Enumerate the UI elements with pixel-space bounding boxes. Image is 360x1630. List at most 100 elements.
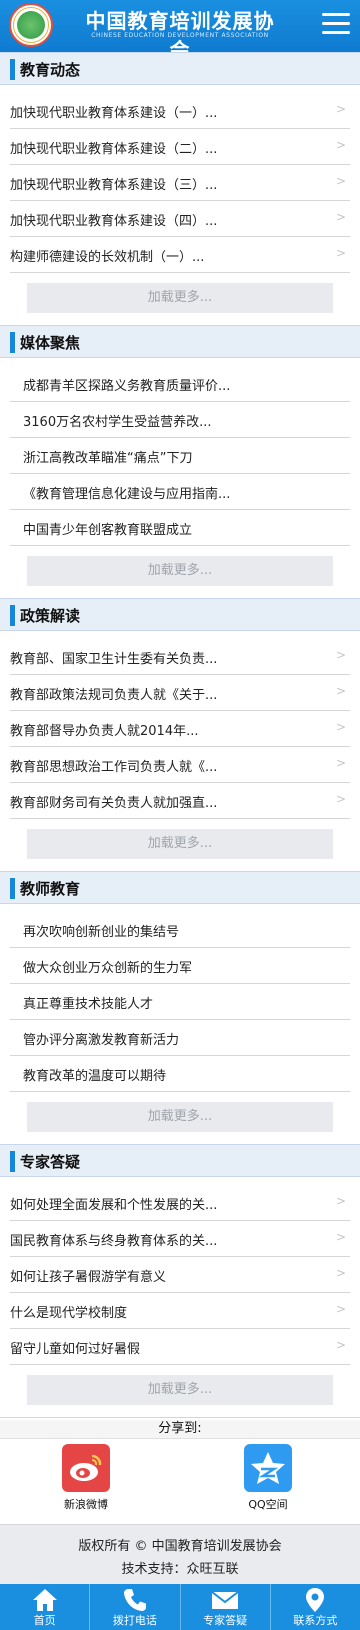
load-more-button[interactable]: 加载更多... <box>27 829 333 859</box>
chevron-right-icon: > <box>335 1194 346 1208</box>
article-link[interactable]: 如何处理全面发展和个性发展的关... > <box>10 1185 350 1221</box>
article-title: 成都青羊区探路义务教育质量评价... <box>23 379 231 394</box>
article-link[interactable]: 加快现代职业教育体系建设（三）... > <box>10 165 350 201</box>
article-link[interactable]: 再次吹响创新创业的集结号 <box>10 912 350 948</box>
chevron-right-icon: > <box>335 1302 346 1316</box>
share-weibo[interactable]: 新浪微博 <box>41 1444 131 1512</box>
nav-home[interactable]: 首页 <box>0 1584 91 1630</box>
article-title: 《教育管理信息化建设与应用指南... <box>23 487 231 502</box>
association-logo[interactable] <box>9 3 53 47</box>
article-title: 什么是现代学校制度 <box>10 1306 128 1321</box>
article-link[interactable]: 如何让孩子暑假游学有意义 > <box>10 1257 350 1293</box>
article-title: 浙江高教改革瞄准“痛点”下刀 <box>23 451 193 466</box>
article-title: 教育部督导办负责人就2014年... <box>10 724 199 739</box>
load-more-button[interactable]: 加载更多... <box>27 283 333 313</box>
article-list: 加快现代职业教育体系建设（一）... > 加快现代职业教育体系建设（二）... > 加快… <box>0 85 360 273</box>
section-accent-bar <box>10 605 15 626</box>
nav-expert-label: 专家答疑 <box>203 1614 248 1627</box>
article-link[interactable]: 加快现代职业教育体系建设（四）... > <box>10 201 350 237</box>
article-link[interactable]: 真正尊重技术技能人才 <box>10 984 350 1020</box>
share-qzone[interactable]: QQ空间 <box>223 1444 313 1512</box>
share-qzone-label: QQ空间 <box>248 1498 288 1511</box>
article-list: 如何处理全面发展和个性发展的关... > 国民教育体系与终身教育体系的关... > 如何… <box>0 1177 360 1365</box>
article-link[interactable]: 教育部财务司有关负责人就加强直... > <box>10 783 350 819</box>
article-link[interactable]: 教育部督导办负责人就2014年... > <box>10 711 350 747</box>
section-heading: 教师教育 <box>0 871 360 904</box>
article-title: 3160万名农村学生受益营养改... <box>23 415 212 430</box>
chevron-right-icon: > <box>335 102 346 116</box>
section-accent-bar <box>10 1151 15 1172</box>
bottom-nav: 首页 拨打电话 专家答疑 联系方式 <box>0 1584 360 1630</box>
section-title: 专家答疑 <box>20 1153 81 1171</box>
article-link[interactable]: 留守儿童如何过好暑假 > <box>10 1329 350 1365</box>
article-link[interactable]: 中国青少年创客教育联盟成立 <box>10 510 350 546</box>
nav-expert[interactable]: 专家答疑 <box>181 1584 271 1630</box>
article-title: 中国青少年创客教育联盟成立 <box>23 523 193 538</box>
article-link[interactable]: 管办评分离激发教育新活力 <box>10 1020 350 1056</box>
section-heading: 政策解读 <box>0 598 360 631</box>
nav-contact-label: 联系方式 <box>293 1614 338 1627</box>
article-link[interactable]: 成都青羊区探路义务教育质量评价... <box>10 366 350 402</box>
article-title: 如何处理全面发展和个性发展的关... <box>10 1198 218 1213</box>
load-more-button[interactable]: 加载更多... <box>27 556 333 586</box>
share-panel: 分享到: 新浪微博 QQ空间 <box>0 1417 360 1525</box>
article-link[interactable]: 构建师德建设的长效机制（一）... > <box>10 237 350 273</box>
site-subtitle: CHINESE EDUCATION DEVELOPMENT ASSOCIATIO… <box>91 32 269 39</box>
section-title: 媒体聚焦 <box>20 334 81 352</box>
article-link[interactable]: 加快现代职业教育体系建设（一）... > <box>10 93 350 129</box>
article-list: 再次吹响创新创业的集结号做大众创业万众创新的生力军 真正尊重技术技能人才 管办评分离… <box>0 904 360 1092</box>
article-title: 如何让孩子暑假游学有意义 <box>10 1270 167 1285</box>
section-accent-bar <box>10 59 15 80</box>
nav-contact[interactable]: 联系方式 <box>271 1584 360 1630</box>
article-title: 再次吹响创新创业的集结号 <box>23 925 180 940</box>
top-header: 中国教育培训发展协会 CHINESE EDUCATION DEVELOPMENT… <box>0 0 360 52</box>
chevron-right-icon: > <box>335 1230 346 1244</box>
load-more-button[interactable]: 加载更多... <box>27 1375 333 1405</box>
section-title: 教师教育 <box>20 880 81 898</box>
nav-call[interactable]: 拨打电话 <box>90 1584 181 1630</box>
site-title: 中国教育培训发展协会 <box>85 9 275 52</box>
copyright-text: 版权所有 © 中国教育培训发展协会 <box>78 1539 282 1554</box>
article-link[interactable]: 什么是现代学校制度 > <box>10 1293 350 1329</box>
section-heading: 媒体聚焦 <box>0 325 360 358</box>
article-list: 教育部、国家卫生计生委有关负责... > 教育部政策法规司负责人就《关于... > 教育… <box>0 631 360 819</box>
article-link[interactable]: 做大众创业万众创新的生力军 <box>10 948 350 984</box>
article-link[interactable]: 教育部、国家卫生计生委有关负责... > <box>10 639 350 675</box>
article-link[interactable]: 浙江高教改革瞄准“痛点”下刀 <box>10 438 350 474</box>
article-link[interactable]: 《教育管理信息化建设与应用指南... <box>10 474 350 510</box>
section-accent-bar <box>10 332 15 353</box>
footer: 版权所有 © 中国教育培训发展协会 技术支持：众旺互联 <box>0 1525 360 1585</box>
article-link[interactable]: 加快现代职业教育体系建设（二）... > <box>10 129 350 165</box>
share-divider <box>0 1438 360 1439</box>
chevron-right-icon: > <box>335 1266 346 1280</box>
article-title: 教育部财务司有关负责人就加强直... <box>10 796 218 811</box>
article-link[interactable]: 3160万名农村学生受益营养改... <box>10 402 350 438</box>
location-icon <box>306 1588 325 1612</box>
article-title: 构建师德建设的长效机制（一）... <box>10 250 205 265</box>
logo-emblem <box>17 11 45 39</box>
chevron-right-icon: > <box>335 720 346 734</box>
article-title: 加快现代职业教育体系建设（三）... <box>10 178 218 193</box>
article-title: 教育改革的温度可以期待 <box>23 1069 167 1084</box>
article-title: 教育部政策法规司负责人就《关于... <box>10 688 218 703</box>
menu-icon[interactable] <box>322 13 350 37</box>
article-link[interactable]: 教育改革的温度可以期待 <box>10 1056 350 1092</box>
article-link[interactable]: 教育部政策法规司负责人就《关于... > <box>10 675 350 711</box>
article-link[interactable]: 国民教育体系与终身教育体系的关... > <box>10 1221 350 1257</box>
chevron-right-icon: > <box>335 756 346 770</box>
chevron-right-icon: > <box>335 174 346 188</box>
nav-home-label: 首页 <box>33 1614 56 1627</box>
section-accent-bar <box>10 878 15 899</box>
chevron-right-icon: > <box>335 210 346 224</box>
nav-call-label: 拨打电话 <box>112 1614 157 1627</box>
page: 中国教育培训发展协会 CHINESE EDUCATION DEVELOPMENT… <box>0 0 360 1630</box>
weibo-icon <box>62 1444 110 1492</box>
share-weibo-label: 新浪微博 <box>64 1498 108 1511</box>
article-title: 教育部、国家卫生计生委有关负责... <box>10 652 218 667</box>
article-link[interactable]: 教育部思想政治工作司负责人就《... > <box>10 747 350 783</box>
chevron-right-icon: > <box>335 138 346 152</box>
chevron-right-icon: > <box>335 648 346 662</box>
share-label: 分享到: <box>0 1420 360 1438</box>
mail-icon <box>211 1591 239 1609</box>
load-more-button[interactable]: 加载更多... <box>27 1102 333 1132</box>
